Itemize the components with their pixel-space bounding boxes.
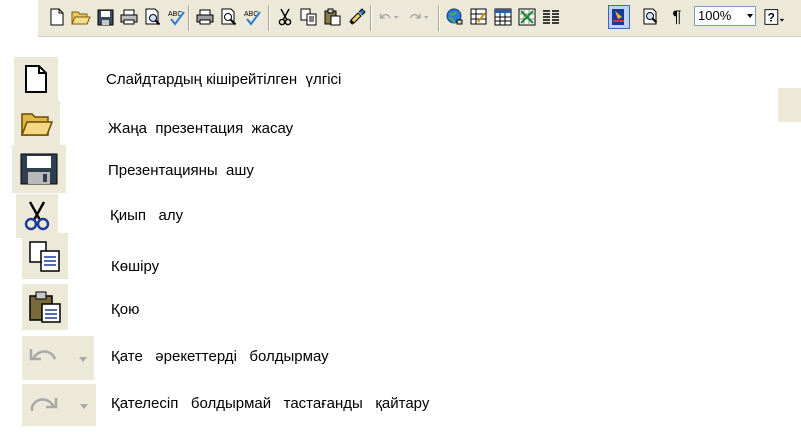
- scroll-stub: [778, 88, 801, 122]
- zoom-select[interactable]: 100%: [694, 6, 756, 26]
- zoom-value: 100%: [698, 8, 732, 23]
- save-disk-icon: [12, 145, 66, 193]
- color-icon[interactable]: [608, 5, 630, 29]
- new-slide-icon: [14, 57, 58, 101]
- legend-label-7: Қате әрекеттерді болдырмау: [111, 348, 329, 365]
- insert-table-icon[interactable]: [492, 6, 514, 28]
- svg-text:?: ?: [768, 11, 775, 25]
- save-icon[interactable]: [94, 6, 116, 28]
- print-preview-icon[interactable]: [142, 6, 164, 28]
- zoom-view-icon[interactable]: [640, 6, 662, 28]
- print2-icon[interactable]: [194, 6, 216, 28]
- preview-icon[interactable]: [218, 6, 240, 28]
- format-painter-icon[interactable]: [346, 6, 368, 28]
- spelling2-icon[interactable]: ABC: [242, 6, 264, 28]
- hyperlink-icon[interactable]: [444, 6, 466, 28]
- tables-borders-icon[interactable]: [468, 6, 490, 28]
- help-icon[interactable]: ?: [764, 6, 786, 28]
- paste-icon[interactable]: [322, 6, 344, 28]
- legend-label-8: Қателесіп болдырмай тастағанды қайтару: [111, 395, 430, 412]
- open-folder-icon: [14, 101, 60, 145]
- paste-icon: [22, 284, 68, 330]
- undo-icon[interactable]: [378, 6, 400, 28]
- redo-icon[interactable]: [408, 6, 430, 28]
- legend-label-2: Жаңа презентация жасау: [108, 120, 294, 137]
- copy-icon: [22, 233, 68, 279]
- legend-label-5: Көшіру: [111, 258, 160, 275]
- copy-icon[interactable]: [298, 6, 320, 28]
- cut-icon[interactable]: [274, 6, 296, 28]
- standard-toolbar: ABC ABC ¶ 100% ?: [38, 0, 801, 37]
- show-formatting-icon[interactable]: ¶: [666, 6, 688, 28]
- spelling-icon[interactable]: ABC: [166, 6, 188, 28]
- legend-label-1: Слайдтардың кішірейтілген үлгісі: [106, 71, 342, 88]
- new-icon[interactable]: [46, 6, 68, 28]
- legend-label-3: Презентацияны ашу: [108, 162, 254, 179]
- print-icon[interactable]: [118, 6, 140, 28]
- scissors-icon: [16, 194, 58, 238]
- undo-icon: [22, 336, 94, 380]
- redo-icon: [22, 384, 96, 426]
- columns-icon[interactable]: [540, 6, 562, 28]
- chevron-down-icon[interactable]: [747, 14, 753, 18]
- legend-label-6: Қою: [111, 301, 140, 318]
- insert-chart-icon[interactable]: [516, 6, 538, 28]
- open-icon[interactable]: [70, 6, 92, 28]
- legend-label-4: Қиып алу: [110, 207, 184, 224]
